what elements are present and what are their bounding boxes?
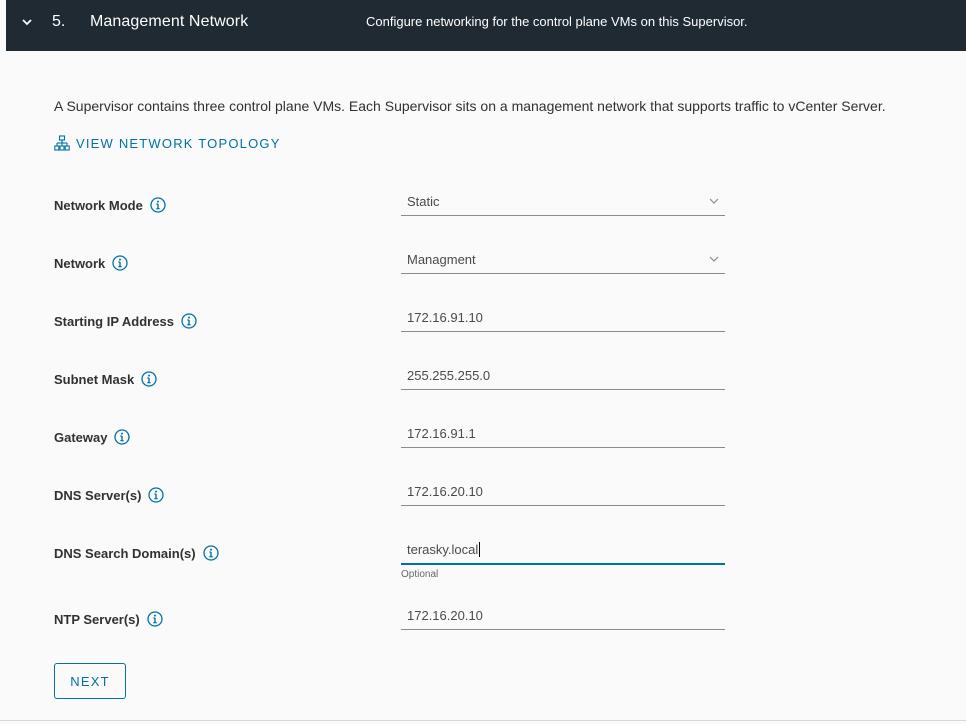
chevron-down-icon[interactable] bbox=[20, 15, 34, 29]
network-mode-select[interactable]: Static bbox=[401, 189, 725, 216]
gateway-input[interactable]: 172.16.91.1 bbox=[401, 421, 725, 448]
dns-servers-value: 172.16.20.10 bbox=[407, 484, 483, 499]
starting-ip-label: Starting IP Address bbox=[54, 313, 197, 329]
step-description: Configure networking for the control pla… bbox=[366, 14, 748, 29]
info-icon[interactable] bbox=[112, 255, 128, 271]
next-button[interactable]: NEXT bbox=[54, 663, 126, 699]
info-icon[interactable] bbox=[181, 313, 197, 329]
network-label-text: Network bbox=[54, 255, 106, 271]
ntp-servers-input[interactable]: 172.16.20.10 bbox=[401, 603, 725, 630]
info-icon[interactable] bbox=[150, 197, 166, 213]
network-mode-label-text: Network Mode bbox=[54, 197, 143, 213]
subnet-mask-input[interactable]: 255.255.255.0 bbox=[401, 363, 725, 390]
subnet-mask-label-text: Subnet Mask bbox=[54, 371, 135, 387]
chevron-down-icon bbox=[709, 198, 719, 204]
dns-servers-label-text: DNS Server(s) bbox=[54, 487, 142, 503]
network-mode-value: Static bbox=[407, 194, 440, 209]
network-value: Managment bbox=[407, 252, 476, 267]
step-title: Management Network bbox=[90, 13, 249, 30]
info-icon[interactable] bbox=[148, 487, 165, 503]
dns-search-domains-helper: Optional bbox=[401, 569, 439, 580]
network-topology-icon bbox=[54, 135, 70, 151]
chevron-down-icon bbox=[709, 256, 719, 262]
step-header[interactable]: 5. Management Network Configure networki… bbox=[6, 0, 966, 51]
subnet-mask-value: 255.255.255.0 bbox=[407, 368, 491, 383]
starting-ip-input[interactable]: 172.16.91.10 bbox=[401, 305, 725, 332]
info-icon[interactable] bbox=[202, 545, 219, 561]
dns-search-domains-value: terasky.local bbox=[407, 542, 479, 557]
gateway-label: Gateway bbox=[54, 429, 131, 445]
dns-search-domains-input[interactable]: terasky.local bbox=[401, 537, 725, 565]
info-icon[interactable] bbox=[141, 371, 157, 387]
step-number: 5. bbox=[52, 13, 66, 30]
ntp-servers-label: NTP Server(s) bbox=[54, 611, 163, 627]
gateway-label-text: Gateway bbox=[54, 429, 108, 445]
starting-ip-label-text: Starting IP Address bbox=[54, 313, 174, 329]
network-mode-label: Network Mode bbox=[54, 197, 166, 213]
dns-search-domains-value-wrap: terasky.local bbox=[407, 542, 481, 557]
network-label: Network bbox=[54, 255, 128, 271]
dns-servers-label: DNS Server(s) bbox=[54, 487, 165, 503]
divider bbox=[0, 720, 966, 721]
intro-text: A Supervisor contains three control plan… bbox=[54, 98, 886, 114]
view-network-topology-label: VIEW NETWORK TOPOLOGY bbox=[76, 135, 281, 151]
ntp-servers-label-text: NTP Server(s) bbox=[54, 611, 140, 627]
view-network-topology-link[interactable]: VIEW NETWORK TOPOLOGY bbox=[54, 135, 281, 151]
ntp-servers-value: 172.16.20.10 bbox=[407, 608, 483, 623]
network-select[interactable]: Managment bbox=[401, 247, 725, 274]
info-icon[interactable] bbox=[114, 429, 131, 445]
starting-ip-value: 172.16.91.10 bbox=[407, 310, 483, 325]
dns-search-domains-label: DNS Search Domain(s) bbox=[54, 545, 219, 561]
subnet-mask-label: Subnet Mask bbox=[54, 371, 157, 387]
dns-search-domains-label-text: DNS Search Domain(s) bbox=[54, 545, 196, 561]
text-cursor bbox=[479, 542, 481, 557]
info-icon[interactable] bbox=[147, 611, 163, 627]
gateway-value: 172.16.91.1 bbox=[407, 426, 476, 441]
dns-servers-input[interactable]: 172.16.20.10 bbox=[401, 479, 725, 506]
